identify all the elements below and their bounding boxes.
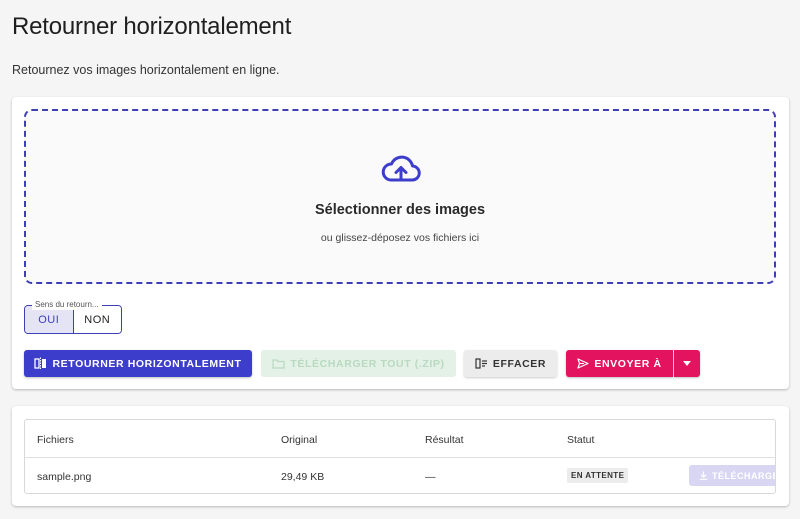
dropzone[interactable]: Sélectionner des images ou glissez-dépos… — [24, 109, 776, 284]
clear-label: EFFACER — [492, 357, 547, 370]
page-title: Retourner horizontalement — [12, 13, 292, 40]
toggle-legend: Sens du retourn... — [32, 300, 102, 310]
files-table: Fichiers Original Résultat Statut sample… — [24, 419, 776, 494]
files-card: Fichiers Original Résultat Statut sample… — [12, 406, 789, 506]
upload-card: Sélectionner des images ou glissez-dépos… — [12, 97, 789, 389]
original-size: 29,49 KB — [281, 471, 325, 483]
status-badge: EN ATTENTE — [567, 468, 629, 483]
column-header-original: Original — [281, 434, 318, 446]
clear-button[interactable]: EFFACER — [464, 350, 557, 377]
download-all-label: TÉLÉCHARGER TOUT (.ZIP) — [290, 357, 445, 370]
caret-down-icon — [683, 361, 691, 366]
file-name: sample.png — [37, 471, 92, 483]
header-divider — [25, 457, 775, 458]
flip-horizontal-label: RETOURNER HORIZONTALEMENT — [52, 357, 242, 370]
send-to-button[interactable]: ENVOYER À — [566, 350, 673, 377]
cloud-upload-icon — [381, 155, 421, 182]
download-all-zip-button[interactable]: TÉLÉCHARGER TOUT (.ZIP) — [261, 350, 456, 377]
clear-icon — [475, 358, 487, 369]
column-header-result: Résultat — [425, 434, 464, 446]
row-download-label: TÉLÉCHARGER — [712, 470, 775, 481]
flip-icon — [34, 357, 47, 370]
folder-icon — [272, 359, 286, 369]
send-to-dropdown-button[interactable] — [674, 350, 700, 377]
page-subtitle: Retournez vos images horizontalement en … — [12, 63, 280, 77]
column-header-files: Fichiers — [37, 434, 74, 446]
send-to-label: ENVOYER À — [594, 357, 662, 370]
dropzone-subtitle: ou glissez-déposez vos fichiers ici — [320, 232, 480, 244]
download-icon — [699, 471, 708, 480]
send-icon — [577, 358, 589, 369]
toggle-non[interactable]: NON — [73, 306, 121, 333]
flip-horizontal-button[interactable]: RETOURNER HORIZONTALEMENT — [24, 350, 252, 377]
toggle-oui[interactable]: OUI — [25, 306, 74, 333]
dropzone-title: Sélectionner des images — [314, 202, 486, 218]
column-header-status: Statut — [567, 434, 595, 446]
row-download-button[interactable]: TÉLÉCHARGER — [689, 465, 775, 486]
result-size: — — [425, 471, 436, 483]
